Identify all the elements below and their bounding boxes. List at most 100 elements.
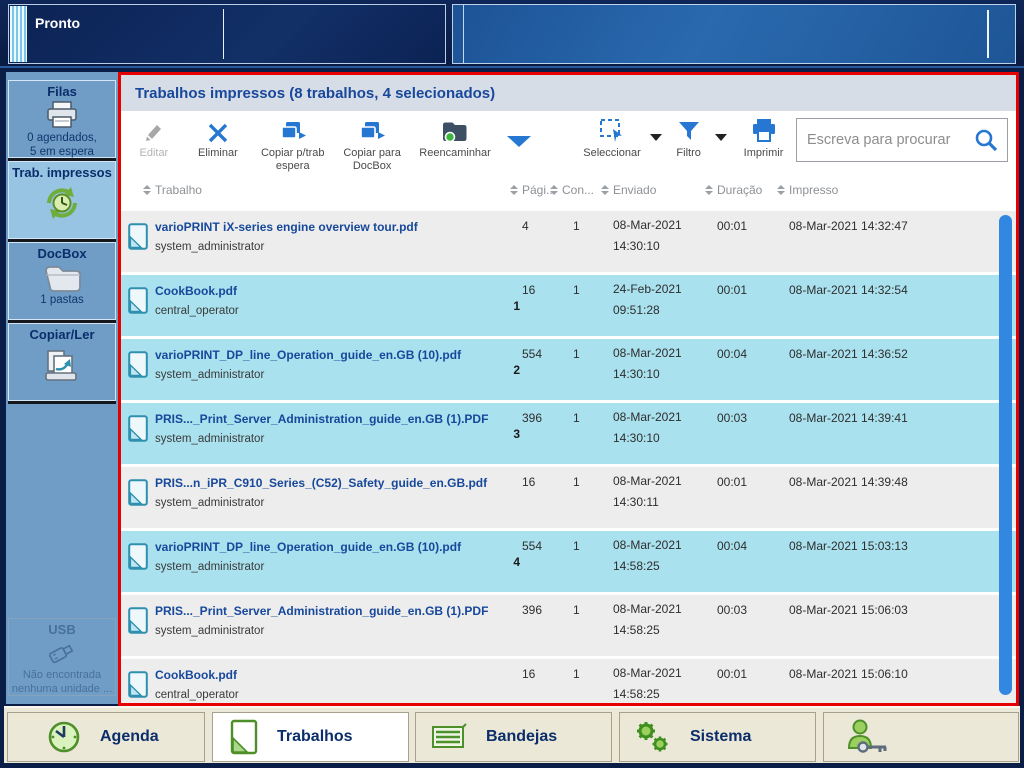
job-owner: system_administrator	[155, 369, 265, 381]
selection-order	[502, 659, 522, 703]
document-icon	[121, 275, 155, 336]
top-status-bar: Pronto	[0, 0, 1024, 68]
tab-trabalhos[interactable]: Trabalhos	[212, 712, 409, 762]
sidebar-item-usb: USB Não encontrada nenhuma unidade ...	[8, 618, 116, 696]
print-button[interactable]: Imprimir	[731, 118, 796, 160]
copy-scan-icon	[9, 343, 115, 387]
selection-order: 1	[513, 298, 520, 313]
printer-icon	[9, 100, 115, 130]
more-actions-button[interactable]	[498, 136, 539, 147]
history-clock-icon	[9, 181, 115, 225]
tab-login-key[interactable]	[823, 712, 1019, 762]
document-icon	[229, 719, 259, 755]
forward-button[interactable]: Reencaminhar	[412, 118, 499, 160]
job-name: CookBook.pdf	[155, 284, 237, 298]
selection-order	[502, 211, 522, 272]
job-owner: system_administrator	[155, 241, 265, 253]
filter-button[interactable]: Filtro	[666, 118, 711, 160]
edit-button[interactable]: Editar	[125, 118, 183, 160]
document-icon	[121, 595, 155, 656]
select-area-icon	[599, 118, 625, 144]
job-sent: 08-Mar-2021 14:58:25	[613, 666, 682, 701]
job-copies: 1	[573, 539, 580, 553]
job-duration: 00:04	[717, 347, 748, 361]
column-header-enviado[interactable]: Enviado	[601, 183, 717, 197]
column-header-impresso[interactable]: Impresso	[777, 183, 985, 197]
job-name: PRIS..._Print_Server_Administration_guid…	[155, 412, 489, 426]
chevron-down-icon	[715, 134, 728, 141]
tab-bandejas[interactable]: Bandejas	[415, 712, 612, 762]
table-row[interactable]: PRIS...n_iPR_C910_Series_(C52)_Safety_gu…	[121, 467, 1016, 528]
toolbar: Editar Eliminar Copiar p/trab espera Cop…	[121, 111, 1016, 173]
job-copies: 1	[573, 667, 580, 681]
table-row[interactable]: varioPRINT_DP_line_Operation_guide_en.GB…	[121, 339, 1016, 400]
sort-icon	[777, 185, 785, 195]
printer-icon	[750, 118, 778, 144]
copy-to-waiting-button[interactable]: Copiar p/trab espera	[253, 118, 332, 173]
job-copies: 1	[573, 475, 580, 489]
tab-sistema[interactable]: Sistema	[619, 712, 816, 762]
divider	[987, 10, 989, 58]
job-duration: 00:01	[717, 667, 748, 681]
job-pages: 554	[522, 347, 543, 361]
filas-sub-1: 0 agendados,	[27, 132, 97, 144]
sidebar-item-filas[interactable]: Filas 0 agendados, 5 em espera	[8, 80, 116, 158]
job-sent: 08-Mar-2021 14:58:25	[613, 538, 682, 573]
panel-title: Trabalhos impressos (8 trabalhos, 4 sele…	[135, 84, 496, 102]
sidebar: Filas 0 agendados, 5 em espera Trab. imp…	[6, 72, 118, 704]
docbox-sub: 1 pastas	[40, 294, 84, 306]
selection-order	[502, 467, 522, 528]
copy-icon	[278, 118, 308, 144]
gears-icon	[632, 718, 672, 756]
sidebar-item-docbox[interactable]: DocBox 1 pastas	[8, 242, 116, 320]
sort-icon	[143, 185, 151, 195]
select-button[interactable]: Seleccionar	[578, 118, 647, 160]
folder-icon	[9, 262, 115, 292]
vertical-scrollbar[interactable]	[999, 215, 1012, 695]
job-owner: central_operator	[155, 689, 239, 701]
job-printed: 08-Mar-2021 14:39:41	[789, 411, 908, 425]
sidebar-item-copiar-ler[interactable]: Copiar/Ler	[8, 323, 116, 401]
search-icon[interactable]	[973, 127, 999, 153]
table-row[interactable]: PRIS..._Print_Server_Administration_guid…	[121, 595, 1016, 656]
table-row[interactable]: CookBook.pdf central_operator 1 16 1 24-Feb-2…	[121, 275, 1016, 336]
message-panel	[452, 4, 1016, 64]
tab-label: Agenda	[100, 728, 159, 745]
table-row[interactable]: varioPRINT iX-series engine overview tou…	[121, 211, 1016, 272]
job-duration: 00:03	[717, 411, 748, 425]
table-row[interactable]: CookBook.pdf central_operator 16 1 08-Mar-20…	[121, 659, 1016, 703]
job-name: PRIS...n_iPR_C910_Series_(C52)_Safety_gu…	[155, 476, 488, 490]
select-dropdown-button[interactable]	[646, 134, 666, 141]
job-name: varioPRINT iX-series engine overview tou…	[155, 220, 418, 234]
sort-icon	[510, 185, 518, 195]
document-icon	[121, 531, 155, 592]
filter-dropdown-button[interactable]	[711, 134, 731, 141]
sidebar-item-trab-impressos[interactable]: Trab. impressos	[8, 161, 116, 239]
job-pages: 396	[522, 411, 543, 425]
selection-order: 2	[513, 362, 520, 377]
job-copies: 1	[573, 347, 580, 361]
job-copies: 1	[573, 219, 580, 233]
usb-icon	[9, 638, 115, 668]
delete-button[interactable]: Eliminar	[183, 118, 253, 160]
job-printed: 08-Mar-2021 14:32:47	[789, 219, 908, 233]
job-name: varioPRINT_DP_line_Operation_guide_en.GB…	[155, 540, 462, 554]
table-row[interactable]: varioPRINT_DP_line_Operation_guide_en.GB…	[121, 531, 1016, 592]
job-owner: system_administrator	[155, 497, 265, 509]
tab-agenda[interactable]: Agenda	[7, 712, 205, 762]
job-copies: 1	[573, 603, 580, 617]
table-header: Trabalho Pági... Con... Enviado Duração	[121, 173, 1016, 207]
table-row[interactable]: PRIS..._Print_Server_Administration_guid…	[121, 403, 1016, 464]
search-input[interactable]	[807, 132, 973, 148]
job-printed: 08-Mar-2021 14:36:52	[789, 347, 908, 361]
printer-status-text: Pronto	[35, 15, 81, 31]
column-header-trabalho[interactable]: Trabalho	[143, 183, 502, 197]
job-pages: 4	[522, 219, 529, 233]
trays-icon	[430, 721, 468, 753]
chevron-down-icon	[507, 136, 532, 147]
job-printed: 08-Mar-2021 15:03:13	[789, 539, 908, 553]
copy-to-docbox-button[interactable]: Copiar para DocBox	[332, 118, 411, 173]
copy-icon	[357, 118, 387, 144]
main-area: Filas 0 agendados, 5 em espera Trab. imp…	[0, 70, 1024, 706]
